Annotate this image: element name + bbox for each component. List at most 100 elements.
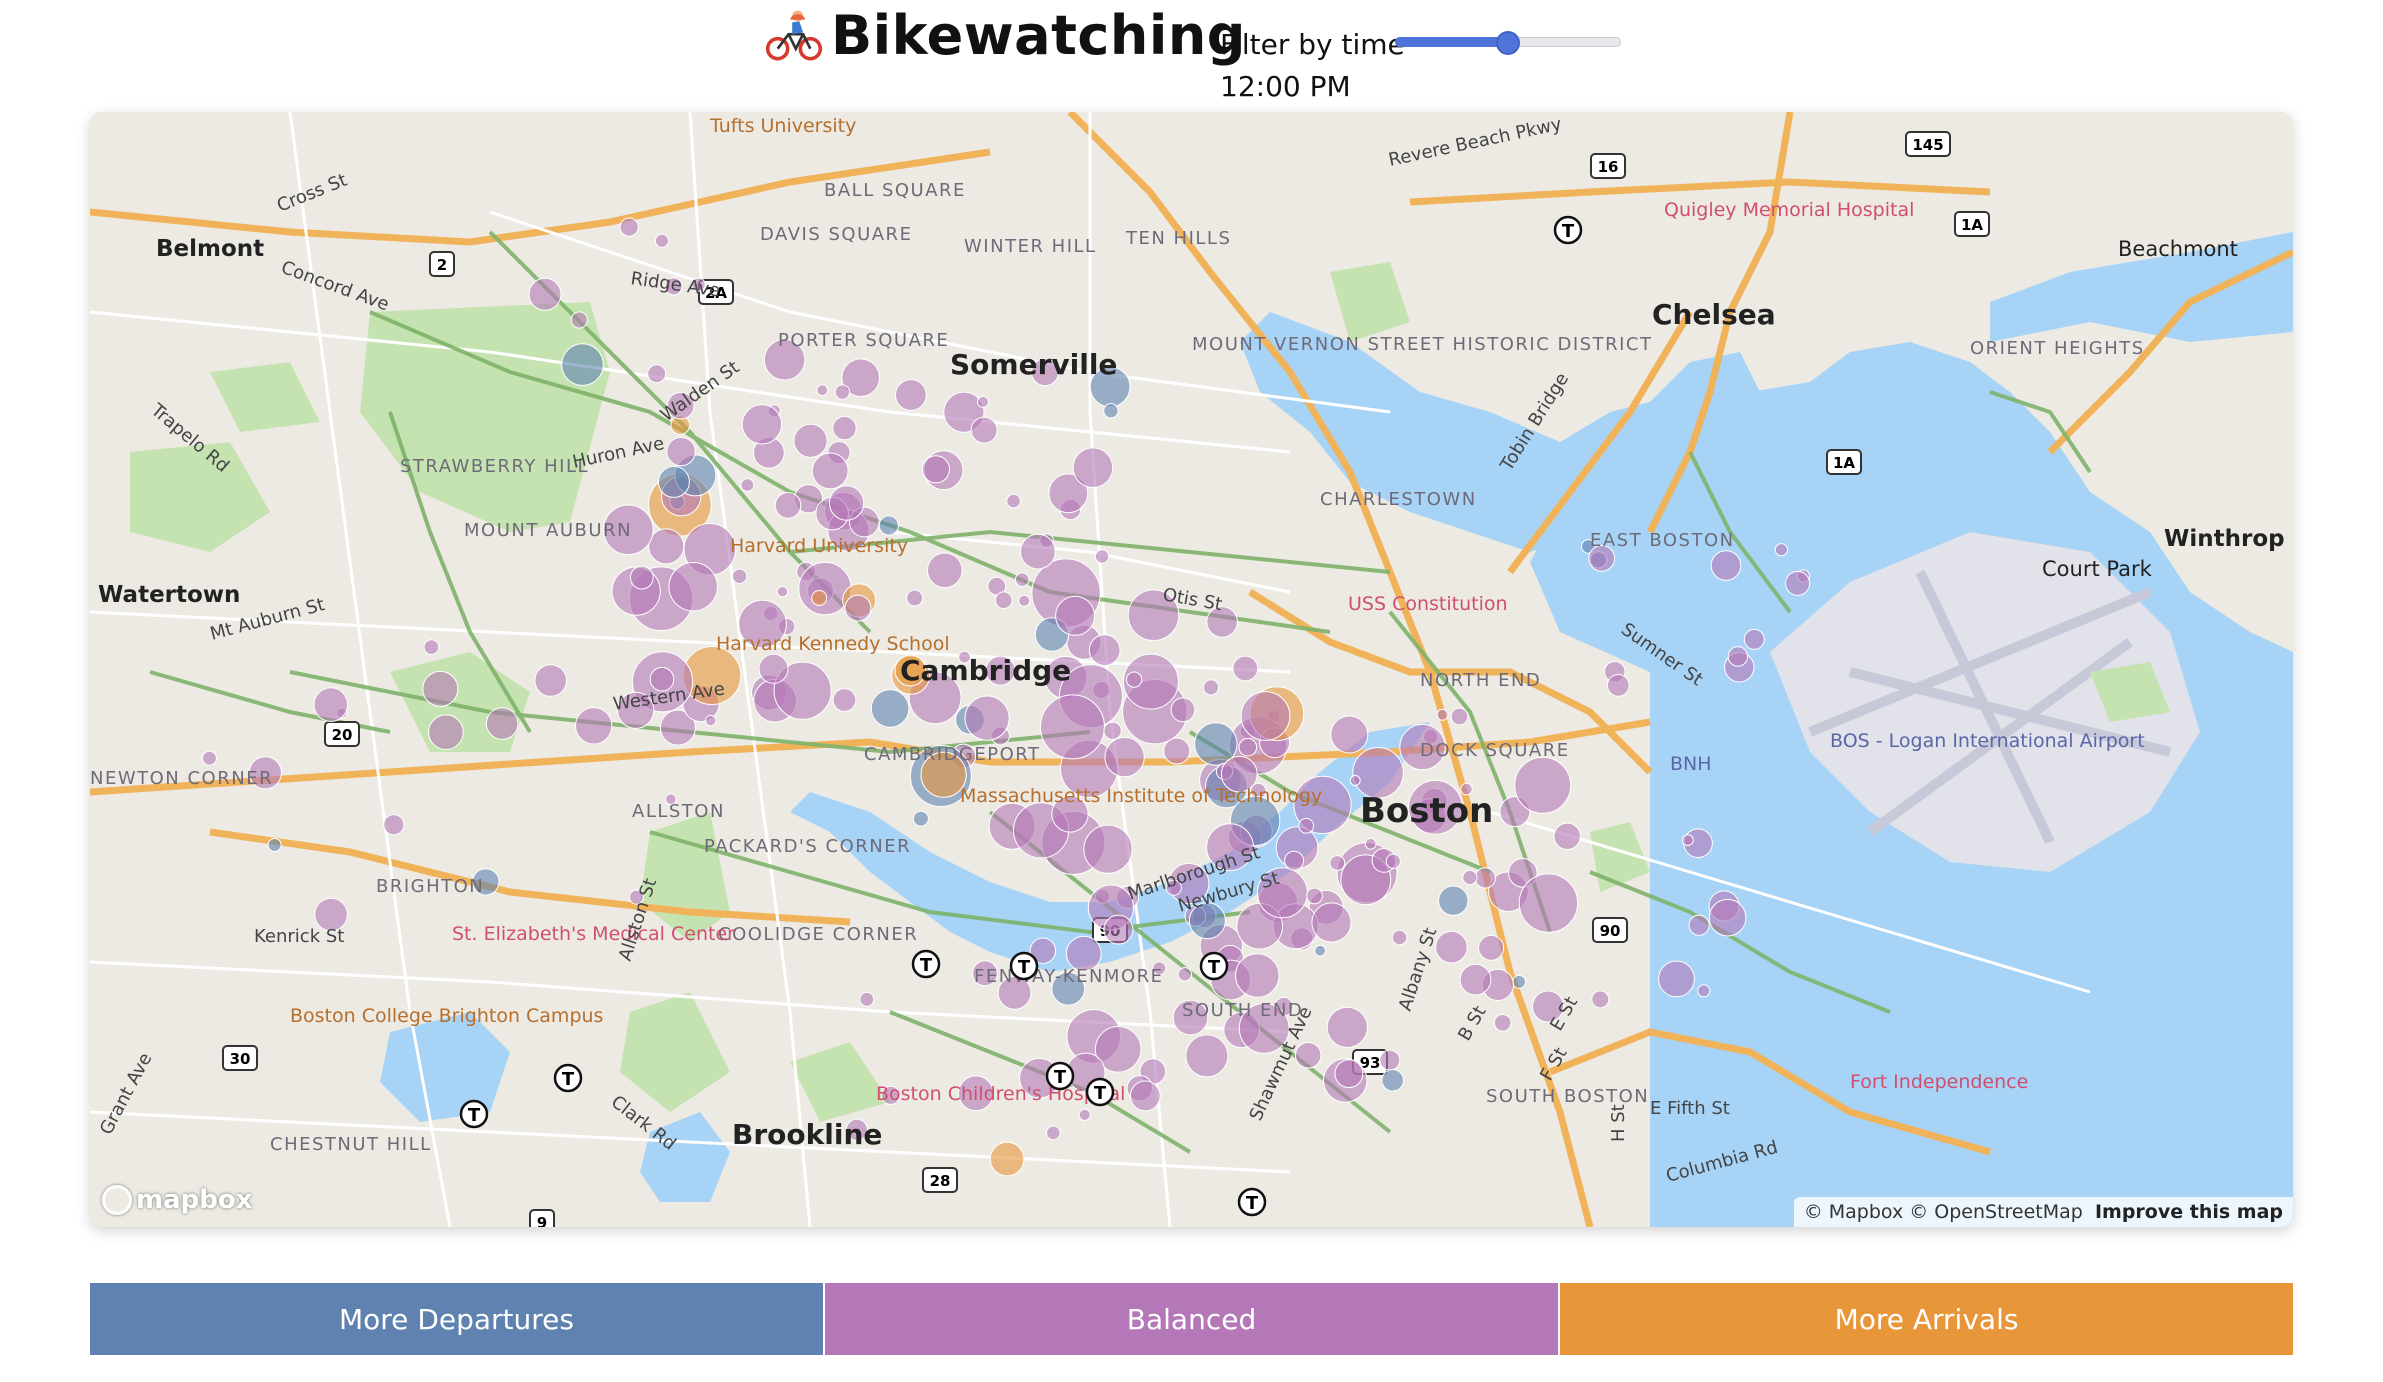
label-mit: Massachusetts Institute of Technology xyxy=(960,785,1322,807)
station-marker xyxy=(1493,1014,1512,1032)
station-marker xyxy=(657,465,690,498)
time-filter-label: Filter by time xyxy=(1220,28,1405,61)
station-marker xyxy=(776,586,789,598)
transit-t-icon: T xyxy=(1237,1187,1267,1217)
station-marker xyxy=(964,695,1010,741)
station-marker xyxy=(1103,403,1119,419)
station-marker xyxy=(1103,914,1134,945)
label-quigley: Quigley Memorial Hospital xyxy=(1664,199,1914,221)
time-slider[interactable] xyxy=(1395,31,1621,55)
station-marker xyxy=(977,395,989,408)
label-bnh: BNH xyxy=(1670,753,1712,775)
label-north-end: NORTH END xyxy=(1420,670,1541,691)
transit-t-icon: T xyxy=(459,1099,489,1129)
label-newton-corner: NEWTON CORNER xyxy=(90,768,273,789)
label-ten-hills: TEN HILLS xyxy=(1125,228,1231,249)
station-marker xyxy=(1785,570,1811,596)
legend-departures-label: More Departures xyxy=(339,1302,574,1336)
station-marker xyxy=(654,233,670,248)
label-winter-hill: WINTER HILL xyxy=(964,236,1097,257)
label-mount-vernon: MOUNT VERNON STREET HISTORIC DISTRICT xyxy=(1192,334,1652,355)
station-marker xyxy=(1385,853,1401,869)
label-east-boston: EAST BOSTON xyxy=(1590,530,1735,551)
station-marker xyxy=(970,416,998,444)
legend-more-arrivals: More Arrivals xyxy=(1560,1283,2293,1355)
label-allston: ALLSTON xyxy=(632,801,725,822)
station-marker xyxy=(1364,837,1377,850)
label-orient-heights: ORIENT HEIGHTS xyxy=(1970,338,2145,359)
station-marker xyxy=(1129,1080,1161,1112)
transit-t-icon: T xyxy=(1045,1061,1075,1091)
station-marker xyxy=(1046,1125,1061,1141)
station-map[interactable]: 22A161451A1A2090909330289 Somerville Cam… xyxy=(90,112,2293,1227)
station-marker xyxy=(1284,850,1305,871)
station-marker xyxy=(1072,447,1114,489)
attribution-text[interactable]: © Mapbox © OpenStreetMap xyxy=(1804,1201,2083,1223)
station-marker xyxy=(485,707,519,740)
station-marker xyxy=(741,404,783,445)
route-shield: 1A xyxy=(1954,211,1990,237)
station-marker xyxy=(1727,646,1749,667)
mapbox-logo[interactable]: mapbox xyxy=(102,1185,253,1215)
improve-map-link[interactable]: Improve this map xyxy=(2095,1201,2283,1223)
svg-text:20: 20 xyxy=(332,726,353,744)
station-marker xyxy=(1094,549,1110,564)
map-canvas[interactable]: 22A161451A1A2090909330289 Somerville Cam… xyxy=(90,112,2293,1227)
label-belmont: Belmont xyxy=(156,236,264,262)
station-marker xyxy=(1606,674,1630,697)
station-marker xyxy=(1743,628,1765,650)
svg-text:T: T xyxy=(1054,1067,1067,1088)
station-marker xyxy=(1020,533,1056,570)
svg-text:T: T xyxy=(1562,221,1575,242)
route-shield: 90 xyxy=(1592,917,1628,943)
label-watertown: Watertown xyxy=(98,582,240,608)
station-marker xyxy=(1658,960,1695,998)
label-boston-college: Boston College Brighton Campus xyxy=(290,1005,603,1027)
slider-thumb[interactable] xyxy=(1496,31,1520,55)
station-marker xyxy=(1235,953,1280,998)
svg-text:T: T xyxy=(1018,957,1031,978)
station-marker xyxy=(1553,822,1581,850)
svg-text:145: 145 xyxy=(1912,136,1943,154)
station-marker xyxy=(816,384,829,397)
label-beachmont: Beachmont xyxy=(2118,237,2238,261)
road-e-fifth: E Fifth St xyxy=(1650,1098,1730,1119)
label-winthrop: Winthrop xyxy=(2164,526,2285,552)
header: Bikewatching Filter by time 12:00 PM xyxy=(0,0,2383,110)
station-marker xyxy=(1103,721,1122,740)
station-marker xyxy=(811,590,828,606)
station-marker xyxy=(1512,974,1527,989)
station-marker xyxy=(422,670,459,707)
station-marker xyxy=(1083,824,1133,874)
svg-text:T: T xyxy=(1094,1083,1107,1104)
station-marker xyxy=(793,423,828,458)
station-marker xyxy=(927,552,963,589)
bicyclist-icon xyxy=(765,10,823,60)
station-marker xyxy=(1334,1059,1364,1089)
slider-fill xyxy=(1395,37,1508,47)
page-title: Bikewatching xyxy=(831,4,1246,67)
station-marker xyxy=(834,384,851,400)
station-marker xyxy=(1163,737,1191,765)
station-marker xyxy=(895,379,927,411)
label-harvard: Harvard University xyxy=(730,535,908,557)
transit-t-icon: T xyxy=(1009,951,1039,981)
station-marker xyxy=(1478,934,1505,961)
station-marker xyxy=(1018,594,1031,607)
station-marker xyxy=(1326,1006,1368,1049)
route-shield: 1A xyxy=(1826,449,1862,475)
station-marker xyxy=(844,594,872,622)
station-marker xyxy=(828,485,865,521)
station-marker xyxy=(428,714,464,751)
station-marker xyxy=(1514,756,1572,814)
station-marker xyxy=(1459,963,1492,996)
station-marker xyxy=(832,415,857,441)
station-marker xyxy=(994,591,1013,610)
svg-text:T: T xyxy=(920,955,933,976)
transit-t-icon: T xyxy=(553,1063,583,1093)
label-davis: DAVIS SQUARE xyxy=(760,224,912,245)
station-marker xyxy=(1379,1049,1401,1071)
route-shield: 30 xyxy=(222,1045,258,1071)
station-marker xyxy=(1708,898,1747,937)
station-marker xyxy=(619,217,639,237)
